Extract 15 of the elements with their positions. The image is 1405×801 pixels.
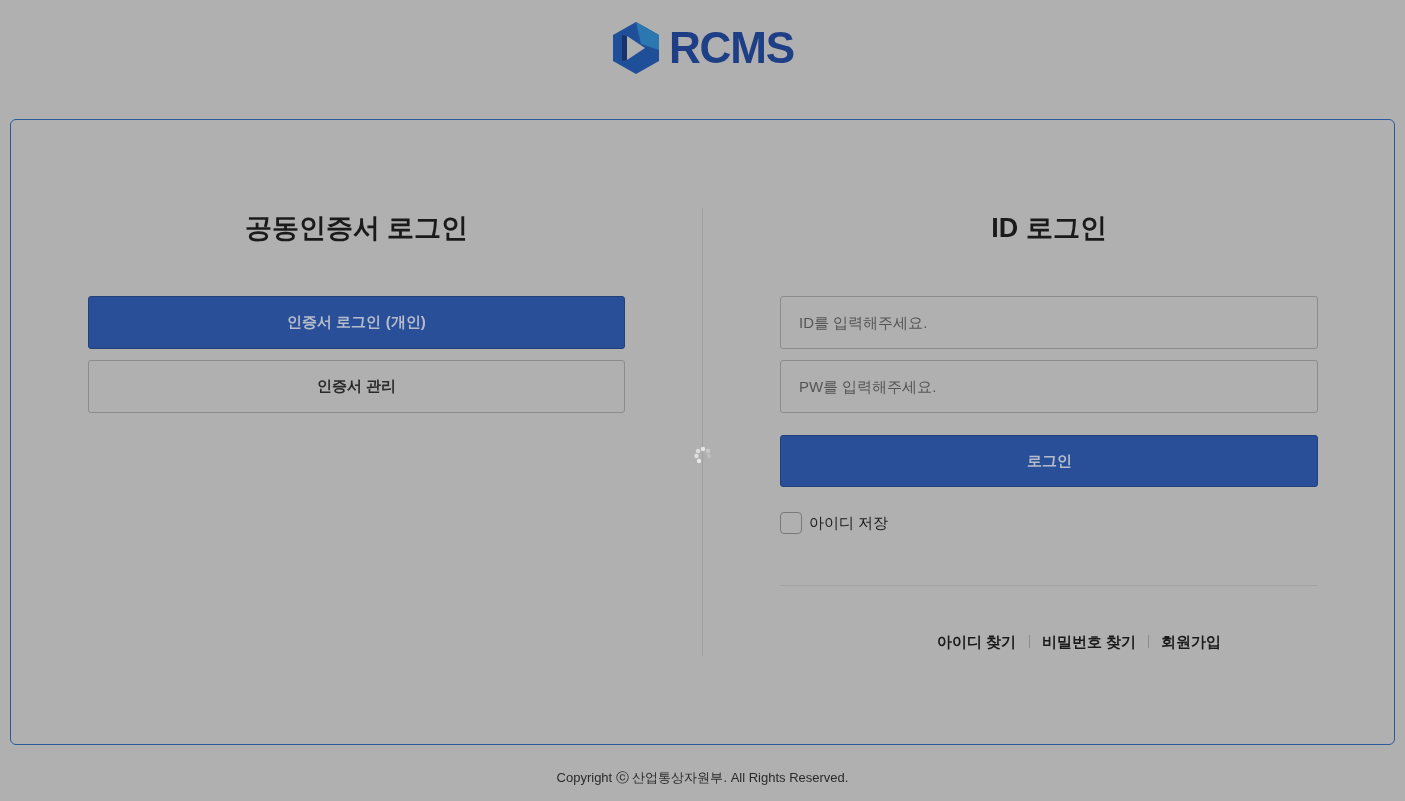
login-button[interactable]: 로그인 (780, 435, 1318, 487)
input-field[interactable]: PW를 입력해주세요. (780, 360, 1318, 413)
copyright-text: Copyright ⓒ 산업통상자원부. All Rights Reserved. (556, 769, 849, 787)
input-field[interactable]: ID를 입력해주세요. (780, 296, 1318, 349)
footer-link[interactable]: 아이디 찾기 (937, 630, 1017, 653)
certificate-login-button[interactable]: 인증서 로그인 (개인) (88, 296, 625, 349)
footer-link[interactable]: 회원가입 (1160, 630, 1221, 653)
checkbox-label: 아이디 저장 (809, 513, 889, 533)
section-title: 공동인증서 로그인 (244, 212, 469, 245)
hexagon-logo-icon (610, 20, 661, 76)
logo-text: RCMS (668, 26, 795, 70)
section-title: ID 로그인 (990, 212, 1108, 245)
checkbox[interactable] (780, 512, 802, 535)
certificate-manage-button[interactable]: 인증서 관리 (88, 360, 625, 413)
footer-link[interactable]: 비밀번호 찾기 (1041, 630, 1136, 653)
